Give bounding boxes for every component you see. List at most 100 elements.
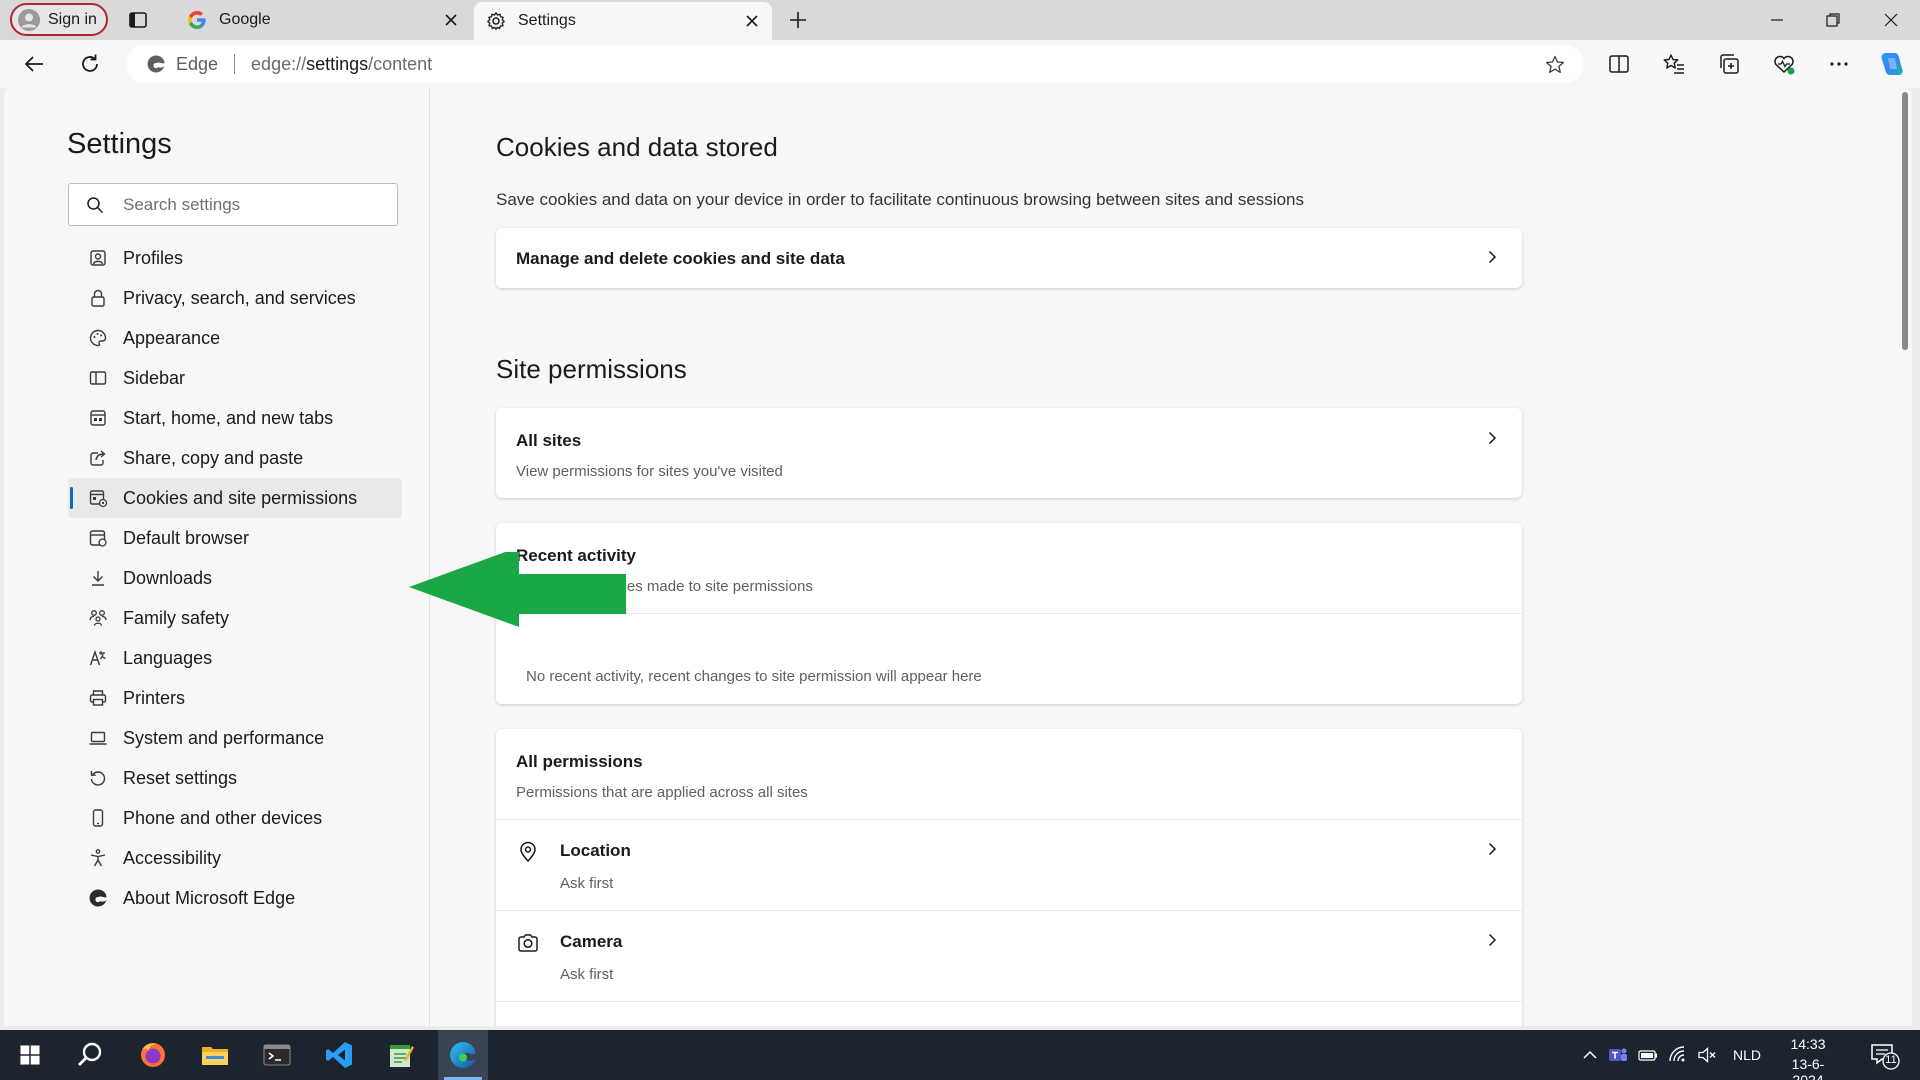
back-icon[interactable]: [22, 51, 48, 77]
collections-icon[interactable]: [1717, 52, 1741, 76]
sidebar-item-share-copy-paste[interactable]: Share, copy and paste: [68, 438, 402, 478]
manage-cookies-card: Manage and delete cookies and site data: [496, 228, 1522, 288]
gear-icon: [487, 12, 505, 30]
browser-icon: [89, 530, 107, 547]
sidebar-item-label: Downloads: [123, 567, 213, 588]
chevron-up-icon[interactable]: [1580, 1045, 1600, 1065]
all-permissions-card: All permissions Permissions that are app…: [496, 729, 1522, 1026]
sidebar-item-label: Appearance: [123, 327, 221, 348]
wifi-icon[interactable]: [1668, 1045, 1688, 1065]
sidebar-item-label: Profiles: [123, 247, 184, 268]
sidebar-item-label: Phone and other devices: [123, 807, 323, 828]
card-divider: [496, 1001, 1522, 1002]
sidebar-item-start-home[interactable]: Start, home, and new tabs: [68, 398, 402, 438]
language-icon: [89, 649, 106, 666]
taskbar-search-button[interactable]: [65, 1030, 115, 1080]
search-settings-box[interactable]: [68, 183, 398, 226]
all-sites-row[interactable]: All sites View permissions for sites you…: [496, 408, 1522, 498]
firefox-icon: [141, 1043, 165, 1067]
restore-icon[interactable]: [1821, 8, 1845, 32]
sidebar-item-sidebar[interactable]: Sidebar: [68, 358, 402, 398]
sidebar-item-privacy[interactable]: Privacy, search, and services: [68, 278, 402, 318]
page-scrollbar[interactable]: [1900, 88, 1910, 1026]
download-icon: [92, 571, 104, 586]
taskbar-firefox[interactable]: [128, 1030, 178, 1080]
scrollbar-thumb[interactable]: [1902, 92, 1908, 350]
sidebar-item-system-performance[interactable]: System and performance: [68, 718, 402, 758]
sidebar-item-label: Privacy, search, and services: [123, 287, 356, 308]
all-permissions-title: All permissions: [516, 752, 643, 771]
green-arrow-pointer: [409, 552, 626, 627]
lock-icon: [91, 289, 105, 307]
url-text: edge://settings/content: [251, 54, 432, 75]
address-bar[interactable]: Edge edge://settings/content: [126, 45, 1584, 83]
minimize-icon[interactable]: [1765, 8, 1789, 32]
close-tab-icon[interactable]: [744, 13, 760, 29]
sidebar-item-languages[interactable]: Languages: [68, 638, 402, 678]
taskbar-edge[interactable]: [438, 1030, 488, 1080]
sidebar-item-family-safety[interactable]: Family safety: [68, 598, 402, 638]
permission-row-camera[interactable]: Camera Ask first: [496, 911, 1522, 1001]
sidebar-item-reset-settings[interactable]: Reset settings: [68, 758, 402, 798]
taskbar-vscode[interactable]: [314, 1030, 364, 1080]
battery-icon[interactable]: [1638, 1045, 1658, 1065]
sidebar-item-downloads[interactable]: Downloads: [68, 558, 402, 598]
volume-muted-icon[interactable]: [1697, 1045, 1717, 1065]
search-settings-input[interactable]: [123, 194, 383, 215]
tab-settings[interactable]: Settings: [474, 2, 772, 40]
family-icon: [89, 610, 107, 626]
sidebar-item-accessibility[interactable]: Accessibility: [68, 838, 402, 878]
tab-actions-icon[interactable]: [126, 8, 150, 32]
url-host: settings: [306, 53, 369, 74]
browser-essentials-icon[interactable]: [1772, 52, 1796, 76]
sidebar-item-default-browser[interactable]: Default browser: [68, 518, 402, 558]
permission-row-location[interactable]: Location Ask first: [496, 820, 1522, 910]
sidebar-item-label: Default browser: [123, 527, 250, 548]
copilot-icon[interactable]: [1878, 50, 1906, 78]
accessibility-icon: [90, 849, 106, 867]
tab-google[interactable]: Google: [175, 0, 471, 40]
palette-icon: [89, 329, 107, 347]
new-tab-icon[interactable]: [786, 8, 810, 32]
permission-title: Location: [560, 841, 631, 860]
sidebar-item-phone-devices[interactable]: Phone and other devices: [68, 798, 402, 838]
sidebar-item-printers[interactable]: Printers: [68, 678, 402, 718]
language-indicator[interactable]: NLD: [1733, 1047, 1761, 1063]
taskbar-file-explorer[interactable]: [190, 1030, 240, 1080]
sidebar-item-cookies-permissions[interactable]: Cookies and site permissions: [68, 478, 402, 518]
chevron-right-icon: [1488, 431, 1497, 445]
cookies-icon: [89, 490, 108, 508]
url-path: /content: [368, 53, 433, 74]
refresh-icon[interactable]: [77, 51, 103, 77]
all-sites-card: All sites View permissions for sites you…: [496, 408, 1522, 498]
camera-icon: [518, 934, 538, 952]
favorites-icon[interactable]: [1662, 52, 1686, 76]
notification-center-button[interactable]: 11: [1870, 1042, 1900, 1070]
recent-activity-card: Recent activity The latest changes made …: [496, 523, 1522, 704]
avatar-icon: [18, 8, 40, 31]
sidebar-item-profiles[interactable]: Profiles: [68, 238, 402, 278]
clock[interactable]: 14:33 13-6-2024: [1778, 1036, 1838, 1080]
close-tab-icon[interactable]: [443, 12, 459, 28]
navigation-bar: Edge edge://settings/content: [0, 40, 1920, 88]
split-screen-icon[interactable]: [1607, 52, 1631, 76]
sidebar-item-label: Printers: [123, 687, 186, 708]
all-permissions-subtitle: Permissions that are applied across all …: [516, 784, 808, 801]
sidebar-item-appearance[interactable]: Appearance: [68, 318, 402, 358]
site-identity-label: Edge: [176, 53, 219, 74]
manage-cookies-row[interactable]: Manage and delete cookies and site data: [496, 228, 1522, 288]
sign-in-button[interactable]: Sign in: [10, 3, 108, 36]
close-window-icon[interactable]: [1879, 8, 1903, 32]
teams-icon[interactable]: [1608, 1045, 1628, 1065]
sidebar-item-about-edge[interactable]: About Microsoft Edge: [68, 878, 402, 918]
more-options-icon[interactable]: [1827, 52, 1851, 76]
favorite-star-icon[interactable]: [1544, 54, 1566, 76]
taskbar-notepad[interactable]: [376, 1030, 426, 1080]
start-button[interactable]: [5, 1030, 55, 1080]
all-permissions-header: All permissions Permissions that are app…: [496, 729, 1522, 819]
sidebar-item-label: System and performance: [123, 727, 325, 748]
search-icon: [87, 196, 104, 213]
clock-time: 14:33: [1790, 1036, 1826, 1052]
taskbar-terminal[interactable]: [252, 1030, 302, 1080]
permission-status: Ask first: [560, 966, 614, 983]
